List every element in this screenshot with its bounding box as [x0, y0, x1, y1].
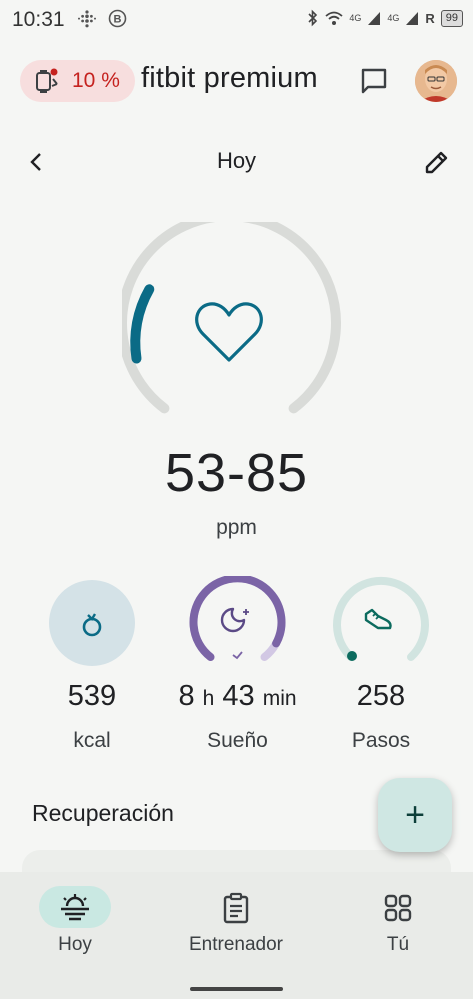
- status-left-icons: B: [78, 9, 127, 28]
- wifi-icon: [325, 11, 343, 25]
- signal-icon-2: [406, 12, 419, 25]
- nav-you-label[interactable]: Tú: [348, 934, 448, 956]
- status-right-icons: 4G 4G R 99: [307, 9, 463, 27]
- heart-rate-unit: ppm: [216, 516, 257, 539]
- chat-bubble-icon: [361, 68, 387, 94]
- page-title: Hoy: [216, 148, 257, 173]
- recovery-section-title: Recuperación: [32, 800, 174, 826]
- device-battery-percent: 10 %: [72, 69, 120, 92]
- heart-icon: [195, 302, 263, 362]
- device-sync-icon: [36, 68, 58, 93]
- avatar-photo-icon: [415, 60, 457, 102]
- app-brand-title: fitbit premium: [141, 62, 318, 94]
- sleep-goal-check-icon: [232, 651, 243, 660]
- roaming-indicator: R: [425, 10, 435, 26]
- network-type-label-2: 4G: [387, 13, 400, 23]
- nav-today-button[interactable]: [39, 886, 111, 928]
- calories-value: 539: [67, 680, 117, 712]
- calories-metric[interactable]: 539 kcal: [29, 576, 155, 756]
- add-button[interactable]: +: [378, 778, 452, 852]
- signal-icon: [368, 12, 381, 25]
- sleep-hours-unit: h: [202, 687, 215, 710]
- sleep-hours: 8: [178, 680, 195, 712]
- nav-coach-button[interactable]: [216, 890, 256, 926]
- sleep-minutes: 43: [222, 680, 255, 712]
- clipboard-icon: [223, 892, 249, 924]
- network-type-label: 4G: [349, 13, 362, 23]
- moon-stars-icon: [220, 607, 249, 633]
- nav-coach-label[interactable]: Entrenador: [166, 934, 306, 956]
- steps-metric[interactable]: 258 Pasos: [318, 576, 444, 756]
- calories-label: kcal: [73, 729, 111, 752]
- heart-rate-gauge[interactable]: [122, 222, 350, 430]
- steps-label: Pasos: [351, 729, 411, 752]
- sleep-ring: [189, 576, 286, 661]
- steps-value: 258: [356, 680, 406, 712]
- sleep-metric[interactable]: 8 h 43 min Sueño: [160, 576, 315, 756]
- bluetooth-icon: [308, 9, 318, 27]
- b-circle-icon: B: [108, 9, 127, 28]
- messages-button[interactable]: [355, 62, 393, 100]
- profile-avatar[interactable]: [415, 60, 457, 102]
- nav-you-button[interactable]: [378, 890, 418, 926]
- heart-rate-gauge-fill: [130, 284, 155, 364]
- grid-icon: [384, 894, 412, 922]
- heart-rate-range: 53-85: [164, 443, 309, 503]
- home-indicator[interactable]: [190, 987, 283, 991]
- sunrise-icon: [61, 894, 89, 921]
- svg-text:B: B: [114, 14, 122, 26]
- steps-ring: [333, 576, 429, 661]
- sleep-duration: 8 h 43 min: [160, 680, 315, 713]
- fitbit-app-icon: [78, 9, 96, 27]
- sleep-minutes-unit: min: [262, 687, 297, 710]
- sleep-label: Sueño: [207, 729, 268, 752]
- nav-today-label[interactable]: Hoy: [25, 934, 125, 956]
- battery-indicator: 99: [440, 9, 463, 27]
- shoe-icon: [364, 608, 392, 630]
- edit-button[interactable]: [417, 144, 455, 182]
- status-time: 10:31: [12, 8, 65, 31]
- calories-ring: [49, 580, 135, 666]
- pencil-icon: [425, 151, 448, 174]
- device-battery-chip[interactable]: 10 %: [20, 60, 135, 102]
